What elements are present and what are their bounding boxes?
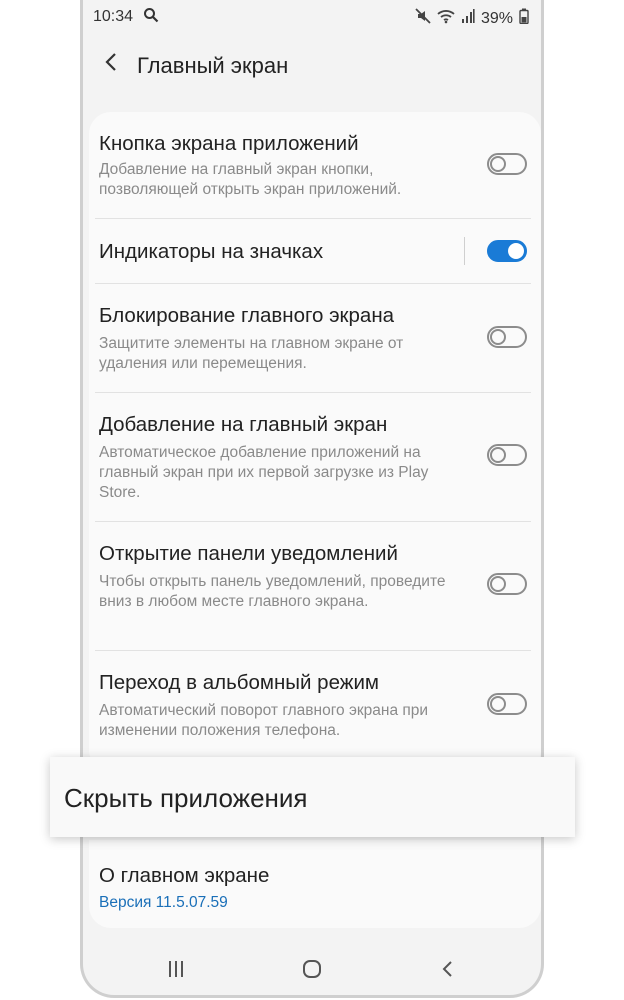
toggle-knob: [490, 447, 506, 463]
back-nav-button[interactable]: [428, 957, 468, 985]
setting-title: Открытие панели уведомлений: [99, 542, 398, 565]
status-time: 10:34: [93, 8, 134, 25]
setting-description: Автоматический поворот главного экрана п…: [99, 702, 429, 739]
wifi-icon: [437, 8, 455, 29]
phone-screen: 10:34 39% Главный экран Кнопка экрана пр…: [80, 0, 544, 998]
setting-description: Защитите элементы на главном экране от у…: [99, 335, 404, 372]
hide-apps-title: Скрыть приложения: [64, 783, 308, 813]
toggle-knob: [490, 329, 506, 345]
toggle-switch[interactable]: [487, 693, 527, 715]
toggle-knob: [490, 156, 506, 172]
settings-card: Кнопка экрана приложений Добавление на г…: [89, 112, 541, 772]
signal-icon: [461, 8, 475, 29]
setting-title: Блокирование главного экрана: [99, 304, 395, 327]
recent-apps-icon: [166, 960, 186, 983]
setting-title: Добавление на главный экран: [99, 413, 388, 436]
back-icon: [441, 959, 455, 984]
setting-title: Переход в альбомный режим: [99, 671, 380, 694]
toggle-switch[interactable]: [487, 326, 527, 348]
search-icon: [143, 7, 159, 28]
toggle-knob: [490, 576, 506, 592]
vertical-separator: [464, 237, 465, 265]
navigation-bar: [83, 947, 541, 995]
about-title: О главном экране: [99, 864, 270, 887]
battery-percent: 39%: [480, 9, 513, 27]
hide-apps-item[interactable]: Скрыть приложения: [50, 757, 575, 837]
setting-description: Добавление на главный экран кнопки, позв…: [99, 161, 402, 198]
mute-icon: [415, 8, 431, 29]
setting-row-notification-panel[interactable]: Открытие панели уведомлений Чтобы открыт…: [89, 522, 541, 650]
setting-title: Индикаторы на значках: [99, 240, 324, 263]
setting-row-landscape-mode[interactable]: Переход в альбомный режим Автоматический…: [89, 651, 541, 761]
recent-apps-button[interactable]: [156, 957, 196, 985]
chevron-left-icon: [104, 52, 118, 77]
toggle-knob: [508, 243, 524, 259]
app-header: Главный экран: [83, 40, 541, 92]
battery-icon: [519, 8, 529, 29]
setting-row-lock-layout[interactable]: Блокирование главного экрана Защитите эл…: [89, 284, 541, 392]
about-card[interactable]: О главном экране Версия 11.5.07.59: [89, 840, 541, 928]
version-label: Версия 11.5.07.59: [99, 894, 228, 911]
status-bar: 10:34 39%: [83, 0, 541, 34]
setting-description: Чтобы открыть панель уведомлений, провед…: [99, 573, 446, 610]
home-icon: [302, 959, 322, 984]
setting-row-badges[interactable]: Индикаторы на значках: [89, 219, 541, 283]
toggle-switch[interactable]: [487, 573, 527, 595]
toggle-knob: [490, 696, 506, 712]
setting-title: Кнопка экрана приложений: [99, 132, 359, 155]
back-button[interactable]: [95, 48, 127, 80]
home-button[interactable]: [292, 957, 332, 985]
page-title: Главный экран: [137, 53, 289, 78]
setting-description: Автоматическое добавление приложений на …: [99, 444, 429, 501]
toggle-switch[interactable]: [487, 444, 527, 466]
toggle-switch[interactable]: [487, 153, 527, 175]
setting-row-apps-button[interactable]: Кнопка экрана приложений Добавление на г…: [89, 112, 541, 218]
toggle-switch[interactable]: [487, 240, 527, 262]
setting-row-add-new-apps[interactable]: Добавление на главный экран Автоматическ…: [89, 393, 541, 521]
